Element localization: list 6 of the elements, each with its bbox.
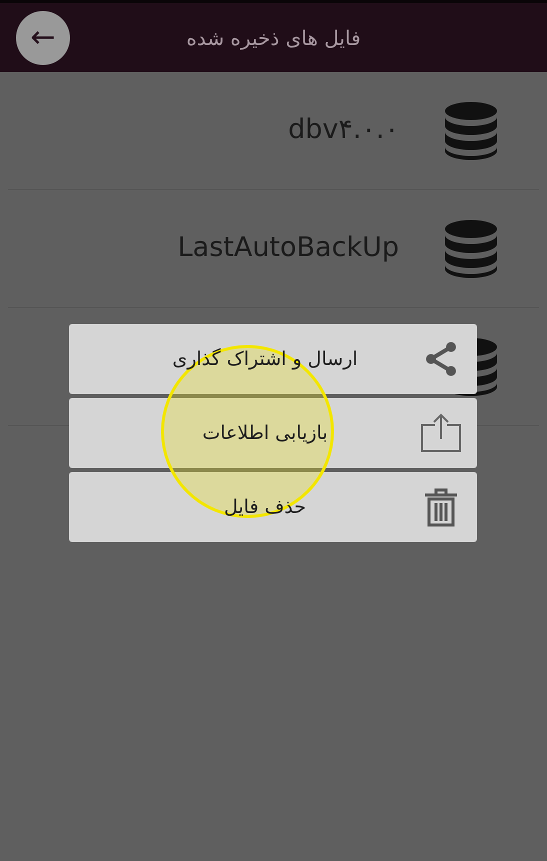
menu-item[interactable]: بازیابی اطلاعات bbox=[69, 398, 477, 468]
database-icon bbox=[445, 102, 497, 160]
upload-icon bbox=[421, 413, 461, 453]
screen-title: فایل های ذخیره شده bbox=[186, 26, 361, 50]
back-button[interactable]: ← bbox=[16, 10, 70, 64]
database-icon bbox=[445, 220, 497, 278]
